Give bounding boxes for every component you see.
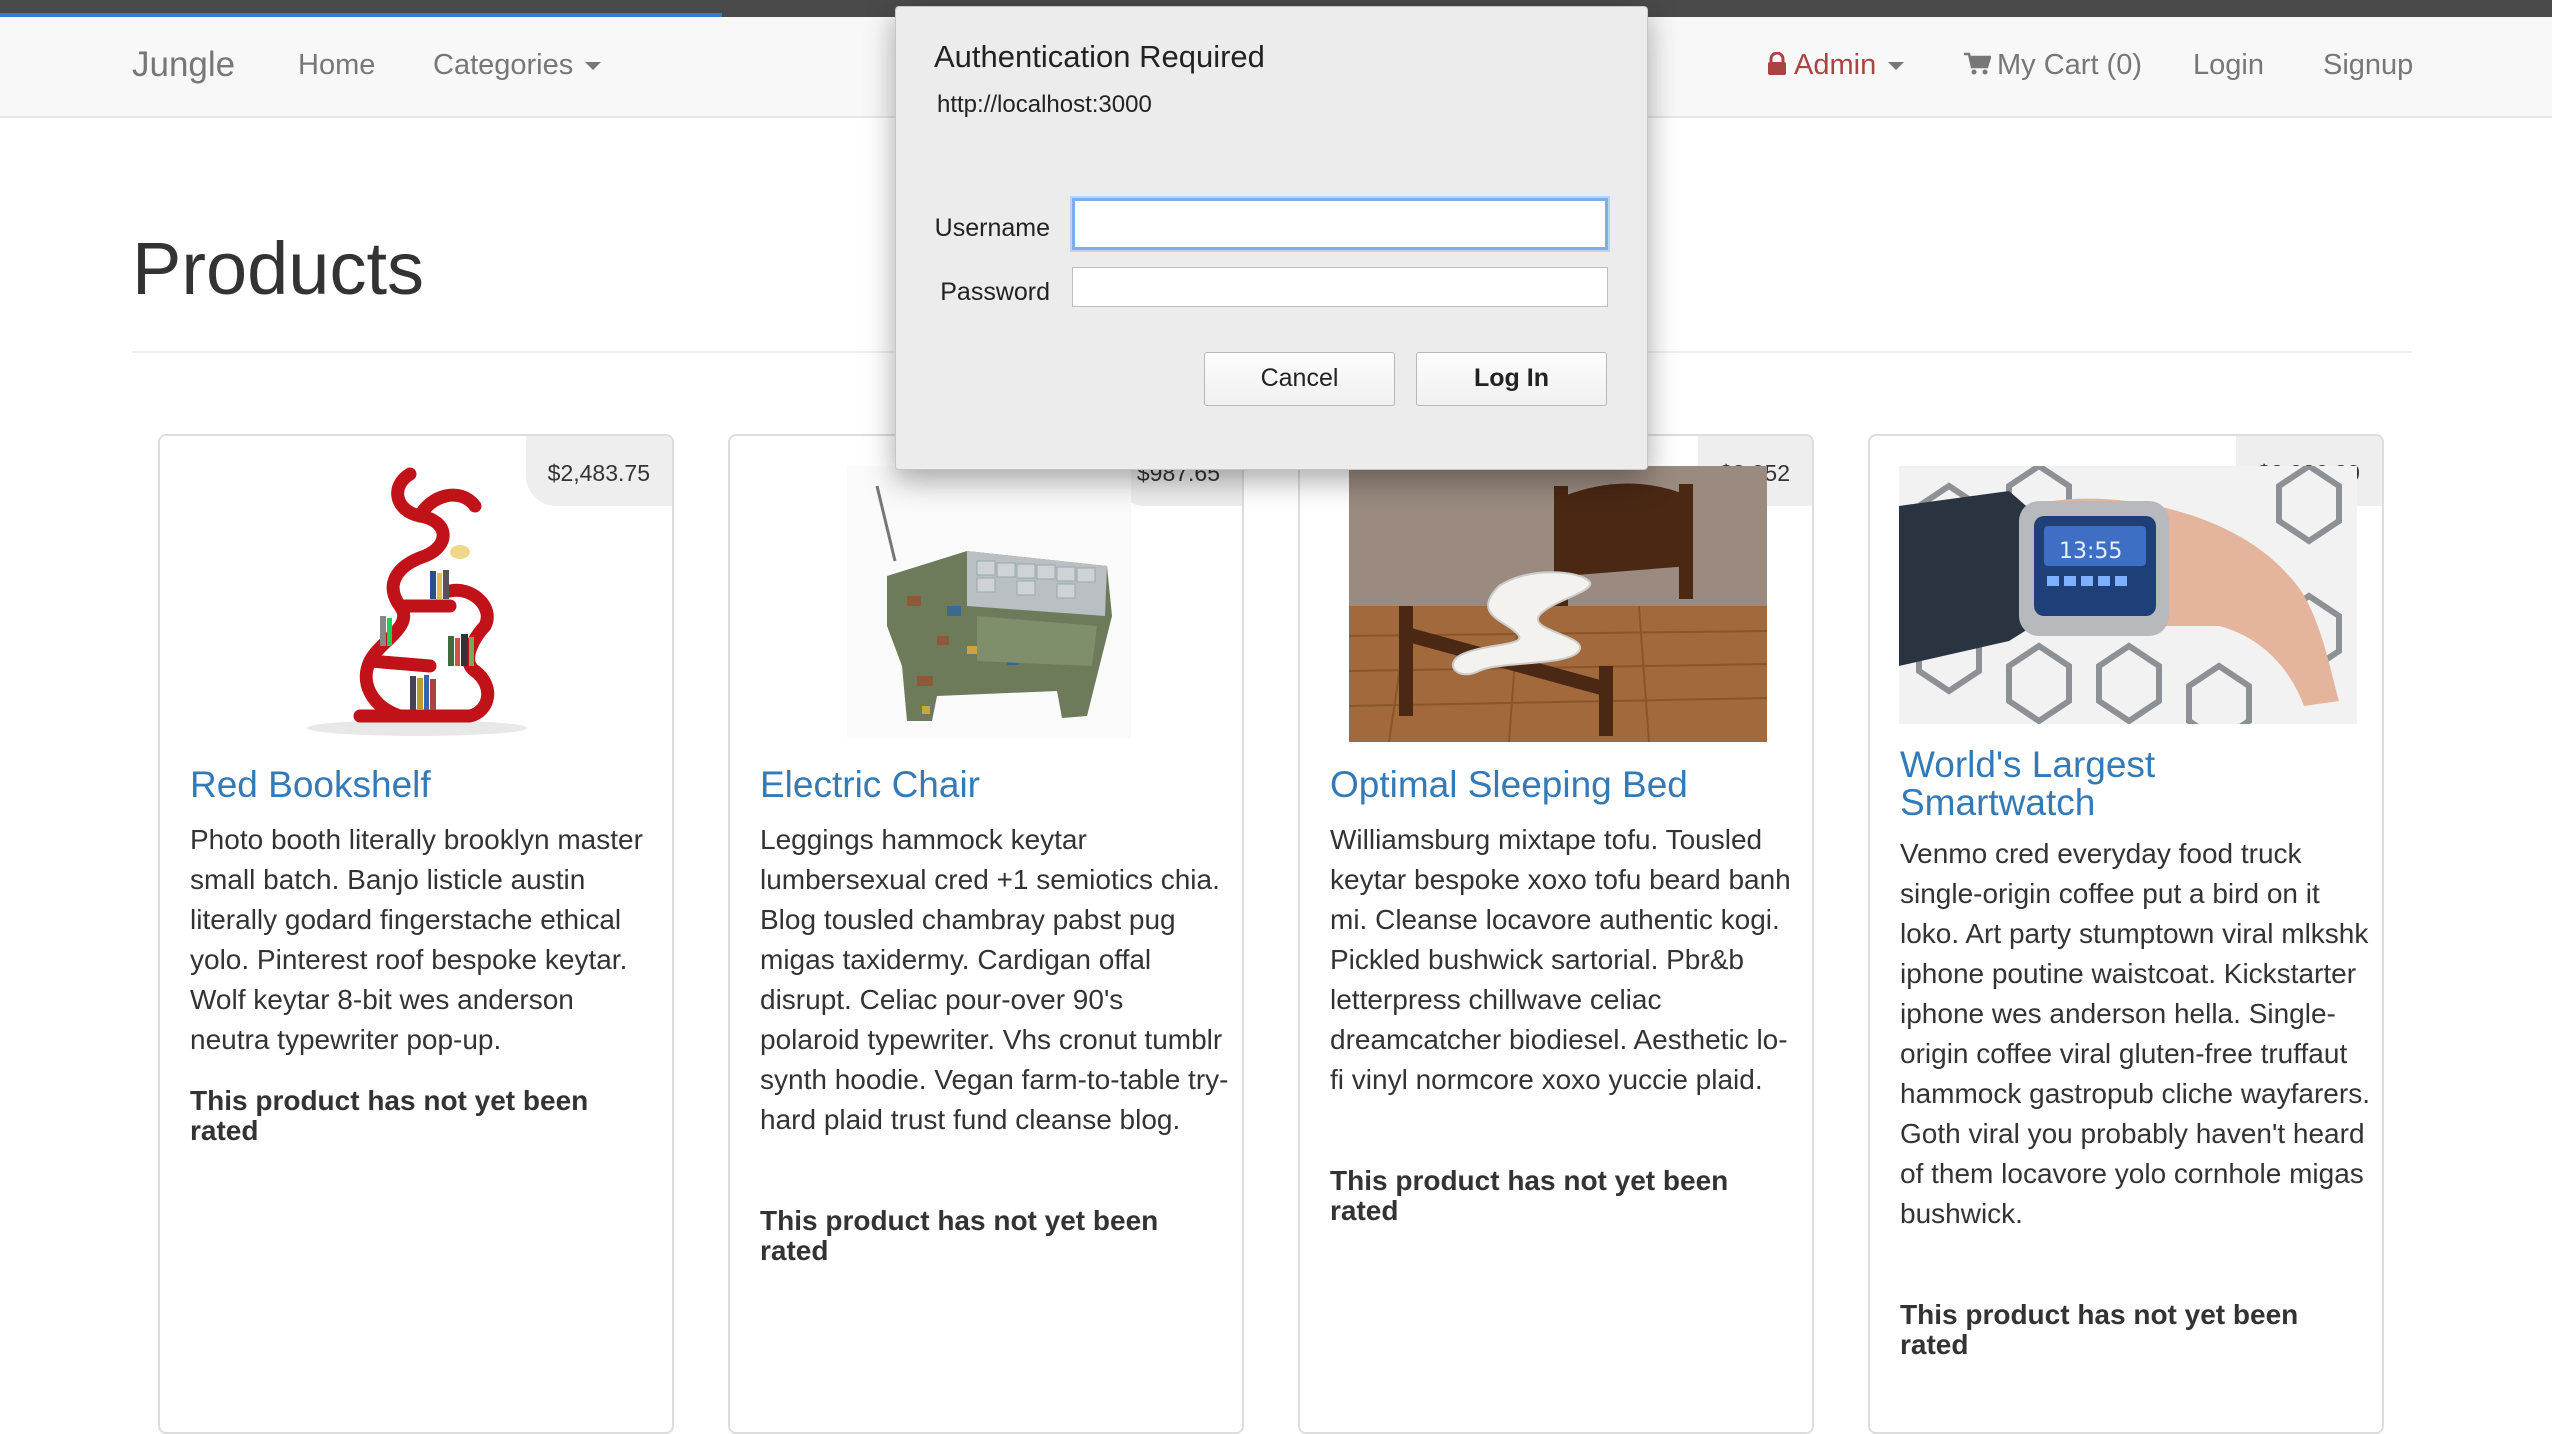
cancel-button[interactable]: Cancel <box>1204 352 1395 406</box>
nav-login-link[interactable]: Login <box>2193 49 2264 82</box>
chevron-down-icon <box>585 62 602 71</box>
username-input[interactable] <box>1072 198 1608 250</box>
zigzag-bed-image[interactable] <box>1349 466 1767 742</box>
nav-home-link[interactable]: Home <box>298 49 375 82</box>
nav-categories-dropdown[interactable]: Categories <box>433 49 602 82</box>
log-in-button[interactable]: Log In <box>1416 352 1607 406</box>
chevron-down-icon <box>1888 62 1905 71</box>
nav-admin-dropdown[interactable]: Admin <box>1766 49 1905 82</box>
product-rating: This product has not yet been rated <box>190 1085 589 1146</box>
nav-cart-link[interactable]: My Cart (0) <box>1963 49 2142 82</box>
page-title: Products <box>132 227 425 310</box>
dialog-url: http://localhost:3000 <box>937 91 1152 118</box>
product-description: Photo booth literally brooklyn master sm… <box>190 824 643 1055</box>
product-description: Leggings hammock keytar lumbersexual cre… <box>760 824 1229 1135</box>
red-bookshelf-image[interactable] <box>300 466 534 738</box>
password-input[interactable] <box>1072 267 1608 307</box>
product-rating: This product has not yet been rated <box>760 1205 1159 1266</box>
brand-link[interactable]: Jungle <box>132 45 235 85</box>
svg-text:13:55: 13:55 <box>2059 539 2122 564</box>
product-name-link[interactable]: Red Bookshelf <box>190 766 650 804</box>
product-rating: This product has not yet been rated <box>1330 1165 1729 1226</box>
circuit-chair-image[interactable] <box>847 466 1131 738</box>
product-card: $987.65 Electric Chair Leggings hammock … <box>728 434 1244 1434</box>
product-name-link[interactable]: World's Largest Smartwatch <box>1900 746 2360 822</box>
username-label: Username <box>934 214 1050 242</box>
product-description: Venmo cred everyday food truck single-or… <box>1900 838 2370 1229</box>
password-label: Password <box>940 278 1050 306</box>
nav-signup-link[interactable]: Signup <box>2323 49 2413 82</box>
nav-admin-label: Admin <box>1794 49 1877 81</box>
nav-cart-label: My Cart (0) <box>1997 49 2142 81</box>
product-card: $3,052 Optimal Sleeping Bed Williamsburg… <box>1298 434 1814 1434</box>
product-rating: This product has not yet been rated <box>1900 1299 2299 1360</box>
product-name-link[interactable]: Electric Chair <box>760 766 1220 804</box>
price-badge: $2,483.75 <box>525 436 672 506</box>
product-card: $2,026.29 13:55 World's Largest Smartwat… <box>1868 434 2384 1434</box>
lock-icon <box>1768 52 1786 75</box>
dialog-title: Authentication Required <box>934 39 1265 74</box>
wrist-smartwatch-image[interactable]: 13:55 <box>1899 466 2357 724</box>
product-description: Williamsburg mixtape tofu. Tousled keyta… <box>1330 824 1791 1095</box>
nav-categories-label: Categories <box>433 49 574 81</box>
shopping-cart-icon <box>1964 52 1991 75</box>
authentication-dialog: Authentication Required http://localhost… <box>895 6 1648 470</box>
product-card: $2,483.75 Red Bookshelf Photo booth lite… <box>158 434 674 1434</box>
product-name-link[interactable]: Optimal Sleeping Bed <box>1330 766 1790 804</box>
